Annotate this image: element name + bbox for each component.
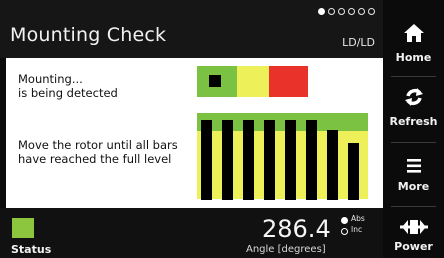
power-button[interactable]: Power — [383, 218, 444, 253]
page-indicator-dots — [318, 8, 375, 15]
sidebar: Home Refresh More Power — [383, 0, 444, 258]
page-dot-3[interactable] — [338, 8, 345, 15]
indicator-marker — [209, 75, 221, 87]
abs-radio[interactable] — [341, 217, 348, 224]
level-bar-6 — [306, 120, 317, 200]
indicator-zone-yellow — [237, 66, 269, 97]
refresh-icon — [404, 88, 423, 106]
main-panel: Mounting... is being detected Move the r… — [6, 58, 383, 208]
menu-icon — [406, 159, 421, 173]
detect-message: Mounting... is being detected — [18, 72, 118, 100]
power-label: Power — [394, 240, 433, 253]
status-bar: Status 286.4 Angle [degrees] Abs Inc — [0, 208, 383, 258]
level-bar-3 — [243, 120, 254, 200]
mode-label: LD/LD — [342, 36, 375, 49]
power-icon — [399, 220, 428, 234]
mounting-check-screen: Mounting Check LD/LD Mounting... is bein… — [0, 0, 444, 258]
sidebar-divider — [391, 206, 436, 207]
level-bar-2 — [222, 120, 233, 200]
inc-radio[interactable] — [341, 228, 348, 235]
level-bar-7 — [327, 130, 338, 200]
more-button[interactable]: More — [383, 156, 444, 193]
instruction-line-2: have reached the full level — [18, 152, 172, 166]
level-bar-4 — [264, 120, 275, 200]
page-dot-4[interactable] — [348, 8, 355, 15]
abs-label: Abs — [351, 214, 365, 223]
instruction-message: Move the rotor until all bars have reach… — [18, 138, 178, 166]
status-label: Status — [11, 243, 52, 256]
refresh-button[interactable]: Refresh — [383, 86, 444, 128]
page-dot-2[interactable] — [328, 8, 335, 15]
indicator-zone-red — [269, 66, 308, 97]
instruction-line-1: Move the rotor until all bars — [18, 138, 178, 152]
page-dot-1[interactable] — [318, 8, 325, 15]
level-bar-1 — [201, 120, 212, 200]
angle-unit: Angle [degrees] — [246, 244, 326, 255]
detect-line-2: is being detected — [18, 86, 118, 100]
detect-line-1: Mounting... — [18, 72, 83, 86]
page-dot-5[interactable] — [358, 8, 365, 15]
page-title: Mounting Check — [10, 24, 167, 46]
inc-label: Inc — [351, 225, 363, 234]
more-label: More — [397, 180, 430, 193]
refresh-label: Refresh — [389, 115, 438, 128]
home-label: Home — [395, 51, 432, 64]
header-bar: Mounting Check LD/LD — [0, 0, 383, 58]
home-button[interactable]: Home — [383, 22, 444, 64]
angle-value: 286.4 — [262, 215, 331, 243]
home-icon — [403, 24, 424, 42]
status-indicator[interactable] — [12, 218, 34, 238]
level-bar-5 — [285, 120, 296, 200]
sidebar-divider — [391, 76, 436, 77]
sidebar-divider — [391, 142, 436, 143]
page-dot-6[interactable] — [368, 8, 375, 15]
level-bar-8 — [348, 143, 359, 200]
